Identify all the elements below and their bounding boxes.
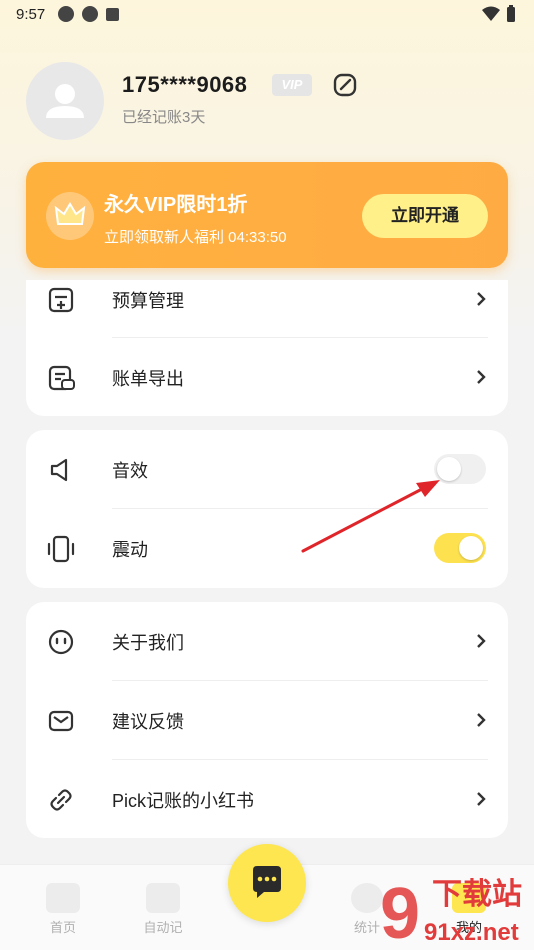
- watermark-url: 91xz.net: [424, 919, 519, 946]
- svg-text:9: 9: [380, 874, 420, 950]
- watermark-logo: 9 下载站 91xz.net: [374, 854, 534, 950]
- watermark-text: 下载站: [432, 877, 522, 912]
- annotation-arrow-icon: [301, 480, 440, 553]
